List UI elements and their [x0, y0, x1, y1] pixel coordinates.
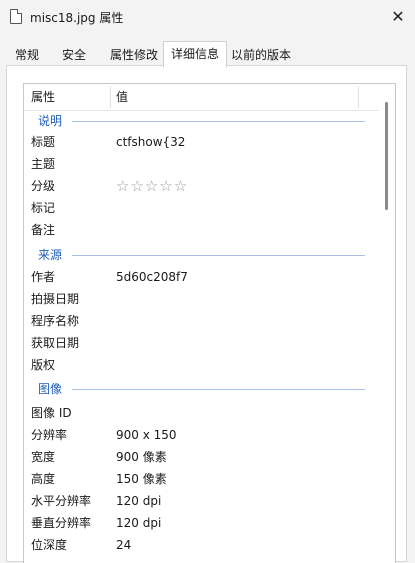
- column-divider[interactable]: [110, 86, 111, 108]
- property-value: 150 像素: [116, 472, 167, 486]
- list-item[interactable]: 垂直分辨率 120 dpi: [24, 512, 381, 534]
- property-name: 分辨率: [31, 428, 68, 442]
- details-panel: 属性 值 说明 标题 ctfshow{32 主题 分级 ☆☆☆☆☆ 标记 备注: [6, 65, 407, 563]
- tab-security[interactable]: 安全: [53, 43, 95, 67]
- section-description: 说明: [24, 112, 381, 130]
- property-value: 120 dpi: [116, 516, 162, 530]
- property-name: 程序名称: [31, 314, 80, 328]
- section-image: 图像: [24, 380, 381, 398]
- property-name: 标记: [31, 201, 56, 215]
- list-item[interactable]: 标记: [24, 197, 381, 219]
- list-item[interactable]: 图像 ID: [24, 402, 381, 424]
- property-list[interactable]: 属性 值 说明 标题 ctfshow{32 主题 分级 ☆☆☆☆☆ 标记 备注: [23, 83, 396, 563]
- property-value: 900 像素: [116, 450, 167, 464]
- close-button[interactable]: ✕: [387, 6, 409, 28]
- vertical-scrollbar[interactable]: [379, 84, 395, 563]
- tab-details[interactable]: 详细信息: [163, 41, 227, 68]
- property-value: 900 x 150: [116, 428, 177, 442]
- list-item[interactable]: 主题: [24, 153, 381, 175]
- column-header-property[interactable]: 属性: [31, 84, 55, 110]
- property-name: 垂直分辨率: [31, 516, 92, 530]
- list-item[interactable]: 高度 150 像素: [24, 468, 381, 490]
- list-header: 属性 值: [24, 84, 381, 111]
- section-label: 图像: [38, 380, 67, 398]
- property-value: 5d60c208f7: [116, 270, 188, 284]
- list-item[interactable]: 获取日期: [24, 332, 381, 354]
- section-origin: 来源: [24, 246, 381, 264]
- tab-previous-versions[interactable]: 以前的版本: [226, 43, 296, 67]
- close-icon: ✕: [391, 7, 405, 26]
- property-name: 备注: [31, 223, 56, 237]
- tab-strip: 常规 安全 属性修改 详细信息 以前的版本: [6, 41, 409, 68]
- property-name: 标题: [31, 135, 56, 149]
- file-icon: [10, 9, 22, 24]
- list-item[interactable]: 作者 5d60c208f7: [24, 266, 381, 288]
- list-item[interactable]: 水平分辨率 120 dpi: [24, 490, 381, 512]
- column-divider[interactable]: [358, 86, 359, 108]
- property-name: 分级: [31, 179, 56, 193]
- section-divider: [72, 121, 365, 122]
- property-name: 拍摄日期: [31, 292, 80, 306]
- list-item[interactable]: 宽度 900 像素: [24, 446, 381, 468]
- list-item[interactable]: 程序名称: [24, 310, 381, 332]
- list-item[interactable]: 分级 ☆☆☆☆☆: [24, 175, 381, 197]
- property-name: 图像 ID: [31, 406, 72, 420]
- scrollbar-thumb[interactable]: [385, 102, 388, 210]
- list-item[interactable]: 版权: [24, 354, 381, 376]
- property-value: ctfshow{32: [116, 135, 186, 149]
- property-name: 位深度: [31, 538, 68, 552]
- star-outline-icon[interactable]: ☆☆☆☆☆: [116, 175, 188, 197]
- tab-general[interactable]: 常规: [6, 43, 48, 67]
- property-name: 获取日期: [31, 336, 80, 350]
- title-bar: misc18.jpg 属性 ✕: [0, 0, 415, 36]
- property-name: 宽度: [31, 450, 56, 464]
- property-name: 作者: [31, 270, 56, 284]
- property-name: 高度: [31, 472, 56, 486]
- property-name: 主题: [31, 157, 56, 171]
- list-item[interactable]: 位深度 24: [24, 534, 381, 556]
- property-name: 水平分辨率: [31, 494, 92, 508]
- window-title: misc18.jpg 属性: [30, 11, 124, 25]
- section-divider: [72, 389, 365, 390]
- list-item[interactable]: 拍摄日期: [24, 288, 381, 310]
- property-value: 120 dpi: [116, 494, 162, 508]
- section-divider: [72, 255, 365, 256]
- property-name: 版权: [31, 358, 56, 372]
- property-value: 24: [116, 538, 132, 552]
- list-item[interactable]: 标题 ctfshow{32: [24, 131, 381, 153]
- list-item[interactable]: 备注: [24, 219, 381, 241]
- list-item[interactable]: 分辨率 900 x 150: [24, 424, 381, 446]
- column-header-value[interactable]: 值: [116, 84, 128, 110]
- section-label: 来源: [38, 246, 67, 264]
- tab-property-modify[interactable]: 属性修改: [104, 43, 164, 67]
- section-label: 说明: [38, 112, 67, 130]
